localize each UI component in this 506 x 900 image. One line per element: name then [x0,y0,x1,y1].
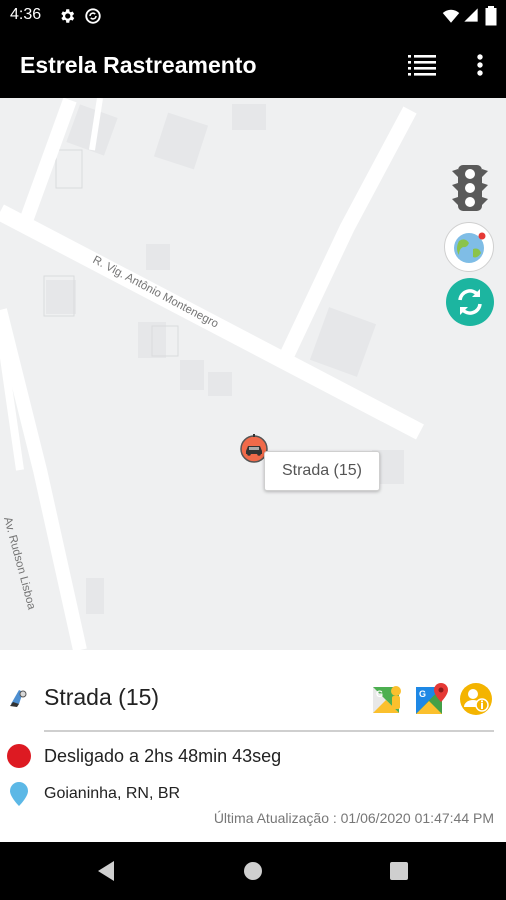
traffic-light-icon [452,165,488,211]
refresh-button[interactable] [446,278,494,326]
recents-button[interactable] [379,854,419,888]
map-base: R. Vig. Antônio Montenegro Av. Rudson Li… [0,98,424,650]
vehicle-type-icon [8,686,32,715]
google-maps-button[interactable]: G [415,682,449,716]
status-indicator-icon [7,744,31,768]
refresh-icon [458,289,482,315]
globe-icon [454,232,486,263]
status-time: 4:36 [10,6,42,23]
sync-icon [84,7,102,30]
vehicle-name: Strada (15) [44,684,160,710]
marker-callout[interactable]: Strada (15) [264,451,380,491]
satellite-view-button[interactable] [444,222,494,272]
more-options-button[interactable] [462,47,498,83]
status-bar: 4:36 [0,0,506,32]
svg-text:G: G [376,689,383,699]
google-maps-icon: G [416,683,448,714]
app-bar: Estrela Rastreamento [0,32,506,98]
vehicle-info-button[interactable] [459,682,493,716]
back-icon [98,861,114,881]
home-button[interactable] [233,854,273,888]
location-pin-icon [10,782,28,811]
street-view-icon: G [373,686,401,713]
app-title: Estrela Rastreamento [20,52,257,78]
last-update: Última Atualização : 01/06/2020 01:47:44… [213,810,494,826]
street-view-button[interactable]: G [372,683,404,715]
back-button[interactable] [86,854,126,888]
settings-icon [58,7,76,30]
map-view[interactable]: R. Vig. Antônio Montenegro Av. Rudson Li… [0,98,506,650]
more-vert-icon [477,54,483,76]
vehicle-location: Goianinha, RN, BR [44,785,181,802]
marker-callout-label: Strada (15) [281,462,363,479]
list-icon [408,55,436,76]
battery-icon [485,6,497,31]
traffic-toggle-button[interactable] [446,164,494,212]
ignition-status: Desligado a 2hs 48min 43seg [44,746,282,766]
recents-icon [390,862,408,880]
list-button[interactable] [404,47,440,83]
navigation-bar [0,842,506,900]
vehicle-info-icon [460,683,492,715]
street-label-rudson: Av. Rudson Lisboa [1,516,37,612]
cellular-icon [463,7,479,28]
wifi-icon [442,7,460,30]
svg-text:G: G [419,689,426,699]
home-icon [244,862,262,880]
panel-divider [44,730,494,732]
